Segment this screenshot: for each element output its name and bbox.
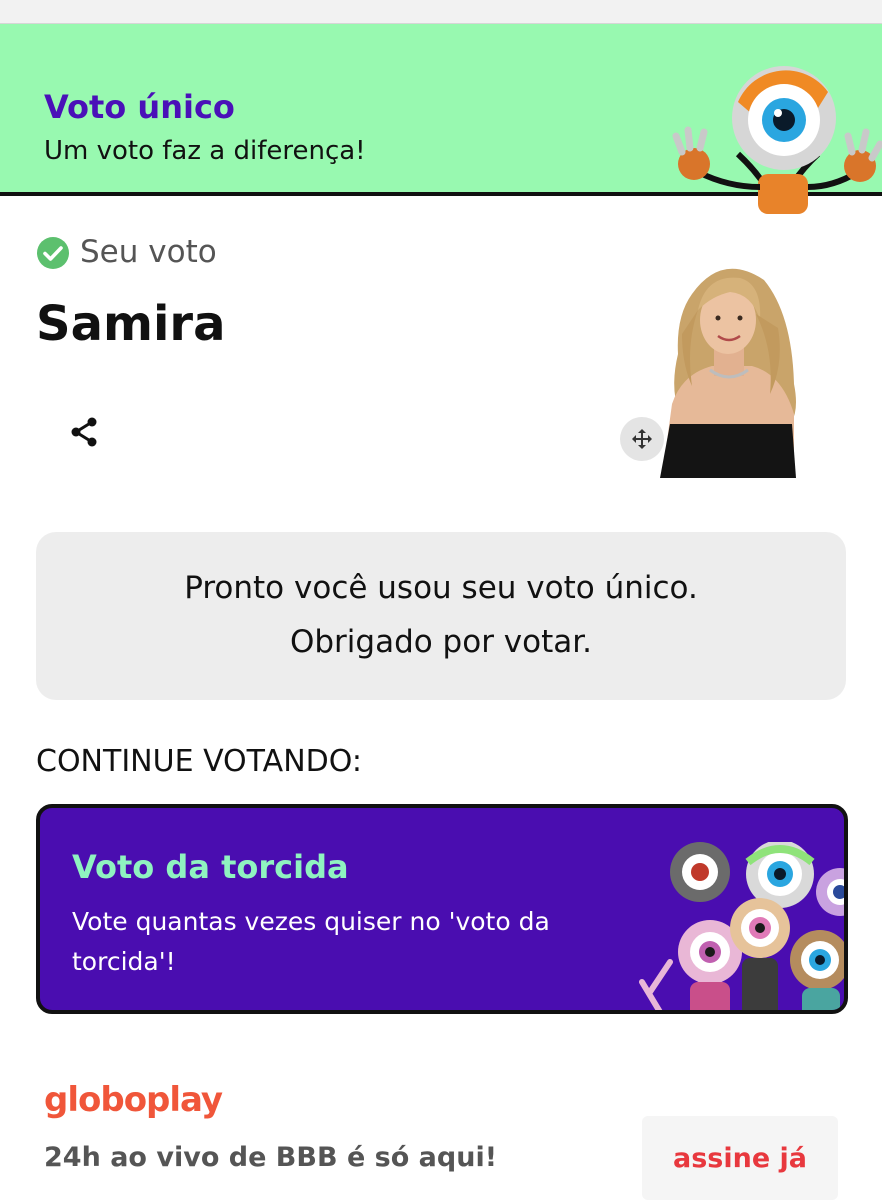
share-icon	[71, 417, 97, 447]
bbb-eye-mascots-group-icon	[639, 842, 844, 1010]
bbb-eye-mascot-icon	[672, 66, 882, 214]
move-button[interactable]	[620, 417, 664, 461]
confirmation-line-2: Obrigado por votar.	[289, 624, 593, 660]
move-arrows-icon	[632, 429, 652, 449]
check-circle-icon	[37, 237, 69, 269]
voto-da-torcida-card[interactable]: Voto da torcida Vote quantas vezes quise…	[36, 804, 848, 1014]
continue-voting-label: CONTINUE VOTANDO:	[36, 744, 362, 779]
confirmation-line-1: Pronto você usou seu voto único.	[184, 570, 698, 606]
torcida-description: Vote quantas vezes quiser no 'voto da to…	[72, 907, 550, 976]
vote-confirmation-box	[36, 532, 846, 700]
torcida-title: Voto da torcida	[72, 848, 349, 886]
vote-status-label: Seu voto	[80, 234, 217, 270]
candidate-name: Samira	[36, 296, 226, 352]
assine-ja-button[interactable]: assine já	[642, 1116, 838, 1200]
share-button[interactable]	[62, 410, 106, 454]
globoplay-logo[interactable]: globoplay	[44, 1080, 223, 1120]
banner-subtitle: Um voto faz a diferença!	[44, 136, 366, 166]
candidate-photo	[652, 254, 804, 478]
banner-title: Voto único	[44, 88, 235, 126]
voto-unico-banner: Voto único Um voto faz a diferença!	[0, 24, 882, 214]
footer-promo-text: 24h ao vivo de BBB é só aqui!	[44, 1142, 498, 1173]
top-status-strip	[0, 0, 882, 24]
